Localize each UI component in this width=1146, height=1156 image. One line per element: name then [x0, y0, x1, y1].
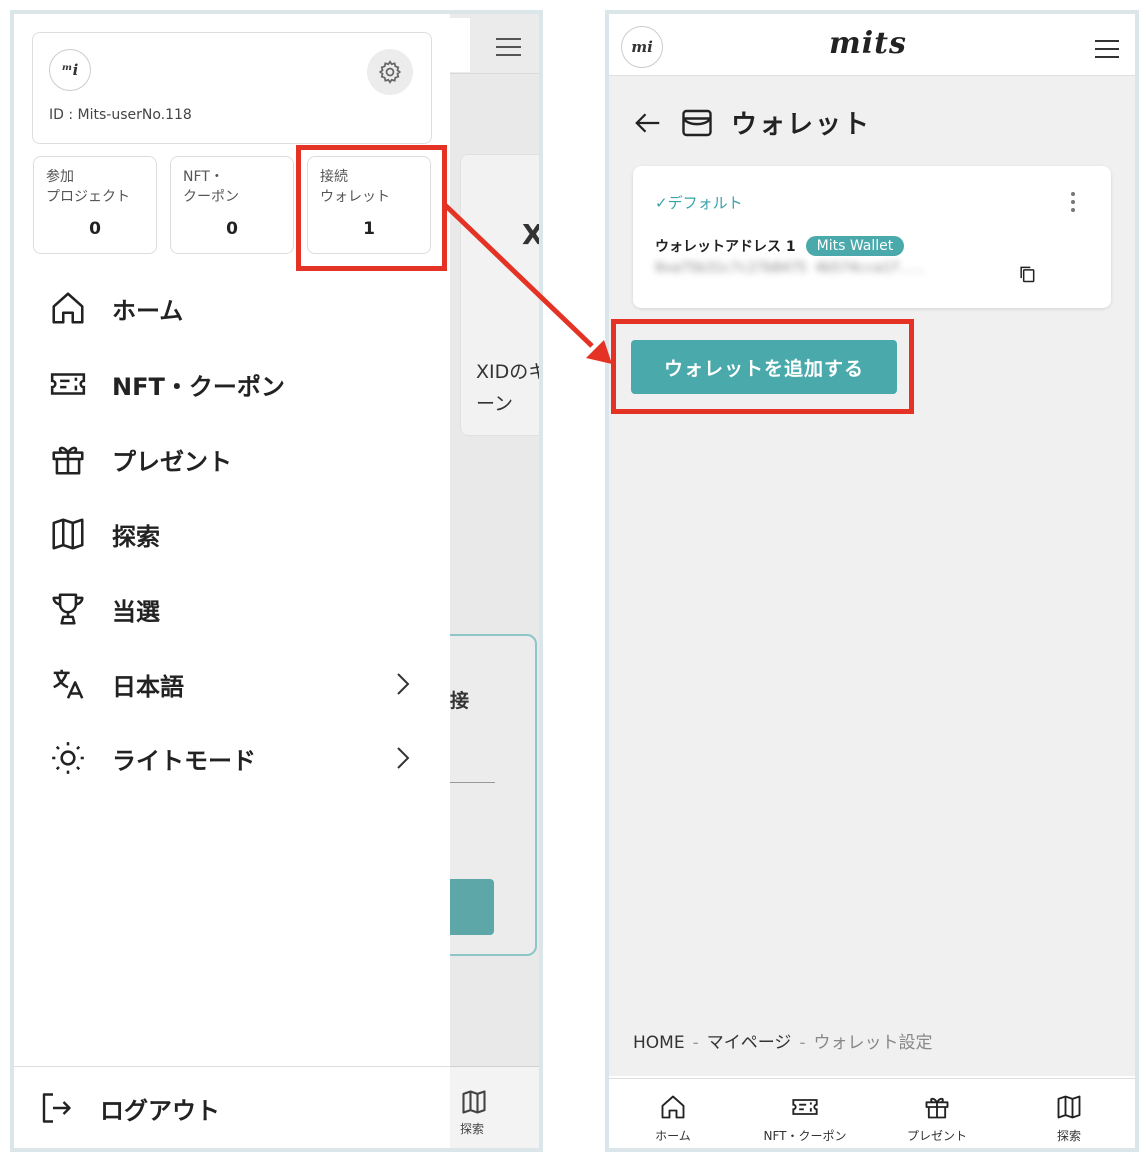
menu-item-label: 探索: [112, 522, 160, 551]
stat-nft-coupons[interactable]: NFT・ クーポン 0: [170, 156, 294, 254]
highlight-box: [296, 145, 447, 271]
gift-icon: [877, 1091, 997, 1123]
menu-item-present[interactable]: プレゼント: [48, 439, 232, 479]
logout-button[interactable]: ログアウト: [36, 1088, 220, 1128]
chevron-right-icon: [392, 744, 412, 774]
menu-item-label: NFT・クーポン: [112, 372, 285, 401]
menu-item-home[interactable]: ホーム: [48, 288, 183, 328]
map-icon: [48, 514, 88, 554]
menu-item-winning[interactable]: 当選: [48, 589, 160, 629]
breadcrumb: HOME - マイページ - ウォレット設定: [633, 1028, 933, 1053]
profile-card: ᵐi ID : Mits-userNo.118: [32, 32, 432, 144]
stat-projects[interactable]: 参加 プロジェクト 0: [33, 156, 157, 254]
sun-icon: [48, 738, 88, 778]
app-header: mi mits: [609, 14, 1135, 76]
tab-label: ホーム: [655, 1129, 691, 1143]
wallet-address-label: ウォレットアドレス 1 Mits Wallet: [655, 236, 905, 256]
brand-logo[interactable]: mits: [829, 26, 907, 61]
menu-item-nft-coupon[interactable]: NFT・クーポン: [48, 364, 285, 404]
menu-item-label: プレゼント: [112, 447, 232, 476]
background-menu-icon[interactable]: [496, 38, 521, 62]
home-icon: [613, 1091, 733, 1123]
breadcrumb-mypage[interactable]: マイページ: [707, 1033, 792, 1053]
divider: [14, 1066, 450, 1067]
main-content: ウォレット ✓デフォルト ウォレットアドレス 1 Mits Wallet 0xa…: [609, 76, 1135, 1076]
gift-icon: [48, 439, 88, 479]
stat-value: 0: [89, 219, 101, 239]
trophy-icon: [48, 589, 88, 629]
tab-nft-coupon[interactable]: NFT・クーポン: [745, 1091, 865, 1144]
wallet-badge: Mits Wallet: [805, 236, 905, 256]
address-label-text: ウォレットアドレス 1: [655, 239, 796, 255]
logout-icon: [36, 1088, 76, 1128]
tab-home[interactable]: ホーム: [613, 1091, 733, 1144]
kebab-menu-icon[interactable]: [1071, 192, 1077, 216]
tab-present[interactable]: プレゼント: [877, 1091, 997, 1144]
ticket-icon: [48, 364, 88, 404]
logout-label: ログアウト: [100, 1096, 220, 1125]
menu-item-label: ホーム: [112, 296, 184, 325]
tab-explore[interactable]: 探索: [1009, 1091, 1129, 1144]
page-header: ウォレット: [633, 104, 871, 141]
map-icon: [460, 1088, 488, 1116]
tab-label: NFT・クーポン: [763, 1129, 847, 1143]
background-card-text: XIDのキ ーン: [476, 361, 543, 415]
background-connect-text: 接: [450, 690, 470, 712]
translate-icon: [48, 664, 88, 704]
menu-item-language[interactable]: 日本語: [48, 664, 184, 704]
background-x-text: X: [522, 218, 543, 251]
tab-label: 探索: [1056, 1129, 1081, 1143]
menu-item-label: 当選: [112, 597, 160, 626]
right-screenshot: mi mits ウォレット ✓デフォルト ウォレットアドレス 1 Mits Wa…: [605, 10, 1139, 1152]
menu-item-label: 日本語: [112, 672, 184, 701]
back-arrow-icon[interactable]: [633, 108, 663, 138]
breadcrumb-current: ウォレット設定: [813, 1033, 933, 1053]
user-id: ID : Mits-userNo.118: [49, 107, 192, 123]
background-button[interactable]: [450, 879, 494, 935]
stat-value: 0: [226, 219, 238, 239]
home-icon: [48, 288, 88, 328]
stat-label: NFT・ クーポン: [183, 169, 239, 205]
ticket-icon: [745, 1091, 865, 1123]
menu-item-explore[interactable]: 探索: [48, 514, 160, 554]
hamburger-menu-icon[interactable]: [1095, 40, 1119, 64]
avatar[interactable]: mi: [621, 26, 663, 68]
breadcrumb-separator: -: [799, 1033, 806, 1053]
page-title: ウォレット: [731, 110, 872, 140]
menu-item-label: ライトモード: [112, 746, 256, 775]
highlight-box: [611, 319, 914, 414]
wallet-icon: [679, 105, 715, 141]
default-label: ✓デフォルト: [655, 194, 743, 212]
wallet-address: 0xa75b31c7c27b8475 4b574cca1f...: [655, 260, 925, 276]
wallet-card: ✓デフォルト ウォレットアドレス 1 Mits Wallet 0xa75b31c…: [633, 166, 1111, 308]
left-screenshot: X XIDのキ ーン 接 探索 ᵐi ID : Mits-userNo.118 …: [10, 10, 543, 1152]
menu-item-light-mode[interactable]: ライトモード: [48, 738, 256, 778]
background-tab-label[interactable]: 探索: [460, 1120, 484, 1137]
chevron-right-icon: [392, 670, 412, 700]
breadcrumb-home[interactable]: HOME: [633, 1033, 685, 1053]
avatar: ᵐi: [49, 49, 91, 91]
copy-icon[interactable]: [1017, 264, 1037, 284]
bottom-tab-bar: ホーム NFT・クーポン プレゼント 探索: [609, 1078, 1135, 1148]
gear-icon[interactable]: [367, 49, 413, 95]
tab-label: プレゼント: [906, 1129, 967, 1143]
map-icon: [1009, 1091, 1129, 1123]
stat-label: 参加 プロジェクト: [46, 169, 130, 205]
background-divider: [450, 782, 495, 783]
breadcrumb-separator: -: [692, 1033, 699, 1053]
